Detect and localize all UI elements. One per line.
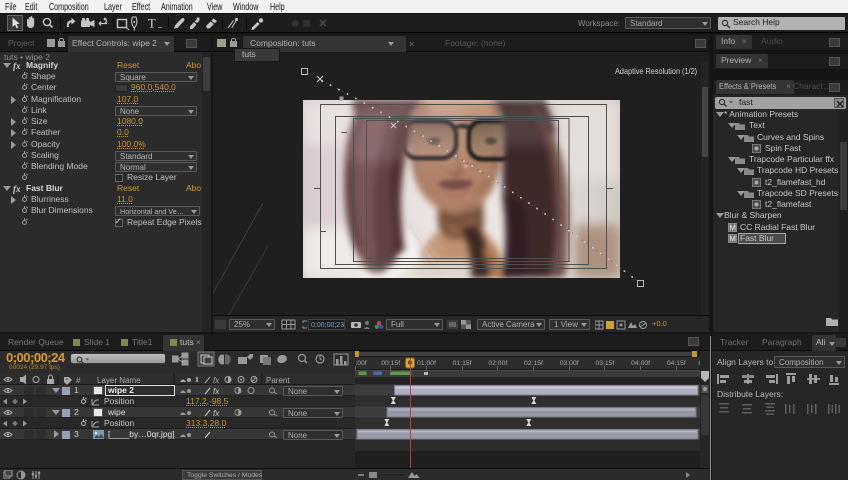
svg-text:T: T xyxy=(148,17,156,31)
svg-text:00:15f: 00:15f xyxy=(381,360,400,367)
svg-text:Layer Name: Layer Name xyxy=(97,376,141,385)
svg-text:01:00f: 01:00f xyxy=(417,360,436,367)
svg-text:04:00f: 04:00f xyxy=(631,360,650,367)
svg-text:fx: fx xyxy=(213,376,220,385)
svg-text:M: M xyxy=(729,234,736,243)
svg-text:03:00f: 03:00f xyxy=(560,360,579,367)
svg-text:04:15f: 04:15f xyxy=(667,360,686,367)
svg-text::00f: :00f xyxy=(355,360,366,367)
svg-text:02:00f: 02:00f xyxy=(488,360,507,367)
svg-text:M: M xyxy=(729,223,736,232)
svg-text:#: # xyxy=(76,376,81,385)
svg-text:fx: fx xyxy=(213,387,220,396)
svg-text:Parent: Parent xyxy=(266,376,290,385)
svg-text:fx: fx xyxy=(213,409,220,418)
svg-text:03:15f: 03:15f xyxy=(595,360,614,367)
svg-text:02:15f: 02:15f xyxy=(524,360,543,367)
svg-text:01:15f: 01:15f xyxy=(453,360,472,367)
